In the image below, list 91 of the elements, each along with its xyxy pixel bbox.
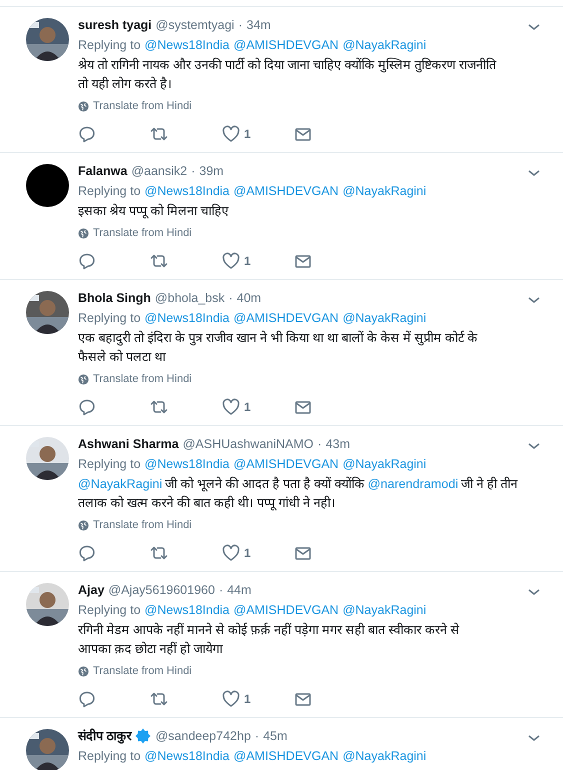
tweet-text: जी को भूलने की आदत है पता है क्यों क्योंकि [165, 476, 365, 494]
retweet-icon [150, 690, 168, 708]
mention-link[interactable]: @AMISHDEVGAN [234, 307, 339, 329]
globe-icon [78, 100, 89, 112]
tweet-text: रगिनी मेडम आपके नहीं मानने से कोई फ़र्क़ नहीं पड़ेगा मगर सही बात स्वीकार करने से [78, 622, 460, 639]
mention-link[interactable]: @NayakRagini [342, 599, 426, 621]
mention-link[interactable]: @NayakRagini [342, 180, 426, 202]
user-handle: @bhola_bsk [154, 290, 225, 307]
tweet-time: 39m [199, 163, 224, 180]
user-handle: @systemtyagi [156, 17, 234, 34]
mention-link[interactable]: @News18India [144, 453, 230, 475]
mention-link[interactable]: @NayakRagini [342, 453, 426, 475]
like-button[interactable]: 1 [222, 252, 294, 270]
retweet-icon [150, 544, 168, 562]
globe-icon [78, 520, 89, 530]
tweet-time: 43m [326, 436, 350, 453]
retweet-icon [150, 252, 168, 270]
heart-icon [222, 690, 240, 708]
heart-icon [222, 544, 240, 562]
tweet-text: आपका क़द छोटा नहीं हो जायेगा [78, 640, 222, 658]
mention-link[interactable]: @AMISHDEVGAN [234, 599, 339, 621]
tweet-text: तो यही लोग करते है। [78, 76, 172, 93]
user-handle: @sandeep742hp [155, 728, 251, 745]
separator-dot: · [228, 290, 233, 307]
separator-dot: · [218, 582, 224, 599]
separator-dot: · [238, 17, 242, 34]
separator-dot: · [191, 163, 196, 180]
mention-link[interactable]: @News18India [144, 34, 230, 56]
reply-icon [78, 544, 96, 562]
translate-link[interactable]: Translate from Hindi [78, 100, 192, 112]
heart-icon [222, 398, 240, 416]
mention-link[interactable]: @NayakRagini [342, 34, 426, 56]
separator-dot: · [318, 436, 322, 453]
replying-label: Replying to [78, 748, 141, 765]
mention-link[interactable]: @News18India [144, 307, 230, 329]
translate-link[interactable]: Translate from Hindi [78, 519, 192, 531]
tweet-text: इसका श्रेय पप्पू को मिलना चाहिए [78, 202, 228, 220]
translate-link[interactable]: Translate from Hindi [78, 665, 192, 677]
separator-dot: · [254, 728, 260, 745]
retweet-icon [150, 398, 168, 416]
reply-icon [78, 125, 96, 143]
mention-link[interactable]: @AMISHDEVGAN [234, 745, 339, 767]
retweet-icon [150, 125, 168, 143]
translate-link[interactable]: Translate from Hindi [78, 373, 192, 385]
mention-link[interactable]: @NayakRagini [78, 475, 162, 494]
user-name: Ashwani Sharma [78, 436, 179, 453]
mention-link[interactable]: @AMISHDEVGAN [234, 180, 339, 202]
like-button[interactable]: 1 [222, 125, 294, 143]
tweet-time: 45m [263, 728, 288, 745]
like-button[interactable]: 1 [222, 398, 294, 416]
replying-label: Replying to [78, 602, 141, 619]
tweet-text: श्रेय तो रागिनी नायक और उनकी पार्टी को दिया जाना चाहिए क्योंकि मुस्लिम तुष्टिकरण राजनीति [78, 56, 496, 74]
tweet-text: फैसले को पलटा था [78, 348, 166, 366]
mention-link[interactable]: @NayakRagini [342, 745, 426, 767]
globe-icon [78, 374, 89, 384]
replying-label: Replying to [78, 37, 141, 54]
reply-icon [78, 252, 96, 270]
like-button[interactable]: 1 [222, 690, 294, 708]
mention-link[interactable]: @narendramodi [368, 475, 458, 494]
avatar [26, 164, 69, 207]
user-name: Falanwa [78, 163, 128, 180]
user-name: suresh tyagi [78, 17, 152, 34]
globe-icon [78, 228, 89, 238]
tweet-text: तलाक को खत्म करने की बात कही थी। पप्पू गांधी ने नही। [78, 494, 336, 512]
tweet-time: 44m [227, 582, 252, 599]
replying-label: Replying to [78, 310, 141, 327]
tweet-text: एक बहादुरी तो इंदिरा के पुत्र राजीव खान ने भी किया था था बालों के केस में सुप्रीम कोर्ट के [78, 330, 478, 348]
globe-icon [78, 666, 89, 676]
reply-icon [78, 398, 96, 416]
tweet-text: जी ने ही तीन [461, 476, 518, 493]
mention-link[interactable]: @News18India [144, 745, 230, 767]
user-name: संदीप ठाकुर [78, 728, 132, 745]
mention-link[interactable]: @NayakRagini [342, 307, 426, 329]
mention-link[interactable]: @AMISHDEVGAN [234, 453, 339, 475]
mention-link[interactable]: @News18India [144, 599, 230, 621]
user-handle: @aansik2 [131, 163, 188, 180]
heart-icon [222, 125, 240, 143]
tweet-time: 40m [236, 290, 262, 307]
user-name: Ajay [78, 582, 104, 599]
heart-icon [222, 252, 240, 270]
tweet-time: 34m [246, 17, 271, 34]
mention-link[interactable]: @AMISHDEVGAN [234, 34, 339, 56]
replying-label: Replying to [78, 183, 141, 200]
replying-label: Replying to [78, 456, 141, 473]
reply-icon [78, 690, 96, 708]
translate-link[interactable]: Translate from Hindi [78, 227, 192, 239]
like-button[interactable]: 1 [222, 544, 294, 562]
user-handle: @Ajay5619601960 [108, 582, 215, 599]
user-name: Bhola Singh [78, 290, 151, 307]
mention-link[interactable]: @News18India [144, 180, 230, 202]
user-handle: @ASHUashwaniNAMO [182, 436, 314, 453]
